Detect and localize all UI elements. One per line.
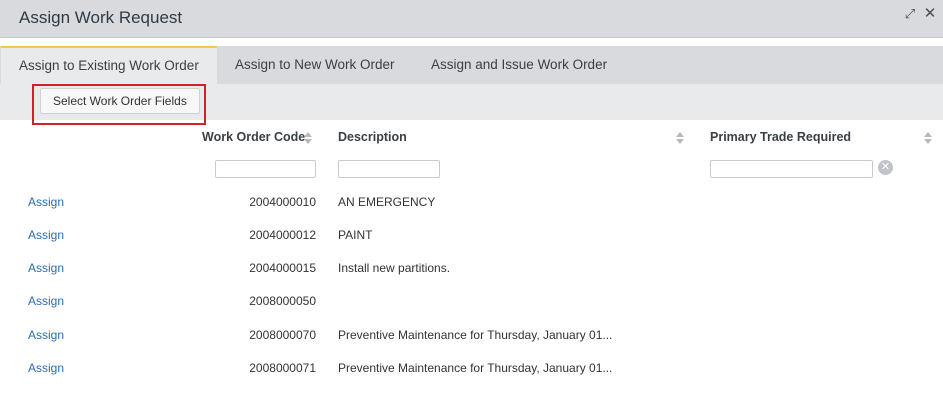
tab-assign-existing[interactable]: Assign to Existing Work Order: [1, 46, 217, 84]
work-order-code: 2008000070: [249, 328, 316, 342]
sort-icon[interactable]: [303, 131, 313, 145]
maximize-icon[interactable]: ⤢: [902, 6, 918, 22]
assign-link[interactable]: Assign: [28, 361, 64, 375]
toolbar: Select Work Order Fields: [0, 84, 943, 120]
close-icon[interactable]: ✕: [922, 6, 938, 22]
work-order-description: PAINT: [338, 228, 373, 242]
column-header-code[interactable]: Work Order Code: [202, 130, 305, 144]
filter-code-input[interactable]: [215, 160, 316, 178]
tab-assign-new[interactable]: Assign to New Work Order: [217, 46, 413, 84]
select-work-order-fields-button[interactable]: Select Work Order Fields: [40, 88, 200, 114]
work-order-description: Preventive Maintenance for Thursday, Jan…: [338, 361, 613, 375]
sort-icon[interactable]: [675, 131, 685, 145]
work-order-code: 2004000010: [249, 195, 316, 209]
assign-link[interactable]: Assign: [28, 328, 64, 342]
assign-link[interactable]: Assign: [28, 261, 64, 275]
filter-trade-input[interactable]: [710, 160, 873, 178]
work-order-description: Install new partitions.: [338, 261, 451, 275]
tab-bar: Assign to Existing Work Order Assign to …: [0, 46, 943, 84]
assign-link[interactable]: Assign: [28, 294, 64, 308]
assign-link[interactable]: Assign: [28, 195, 64, 209]
column-header-description[interactable]: Description: [338, 130, 407, 144]
sort-icon[interactable]: [923, 131, 933, 145]
filter-description-input[interactable]: [338, 160, 440, 178]
assign-link[interactable]: Assign: [28, 228, 64, 242]
work-order-description: Preventive Maintenance for Thursday, Jan…: [338, 328, 613, 342]
work-order-code: 2004000015: [249, 261, 316, 275]
tab-assign-issue[interactable]: Assign and Issue Work Order: [413, 46, 625, 84]
dialog-title: Assign Work Request: [19, 8, 183, 27]
column-header-trade[interactable]: Primary Trade Required: [710, 130, 851, 144]
work-order-code: 2008000050: [249, 294, 316, 308]
work-order-description: AN EMERGENCY: [338, 195, 436, 209]
dialog-header: Assign Work Request ⤢ ✕: [0, 0, 943, 38]
clear-filter-icon[interactable]: ✕: [878, 160, 893, 175]
work-order-code: 2008000071: [249, 361, 316, 375]
work-order-code: 2004000012: [249, 228, 316, 242]
